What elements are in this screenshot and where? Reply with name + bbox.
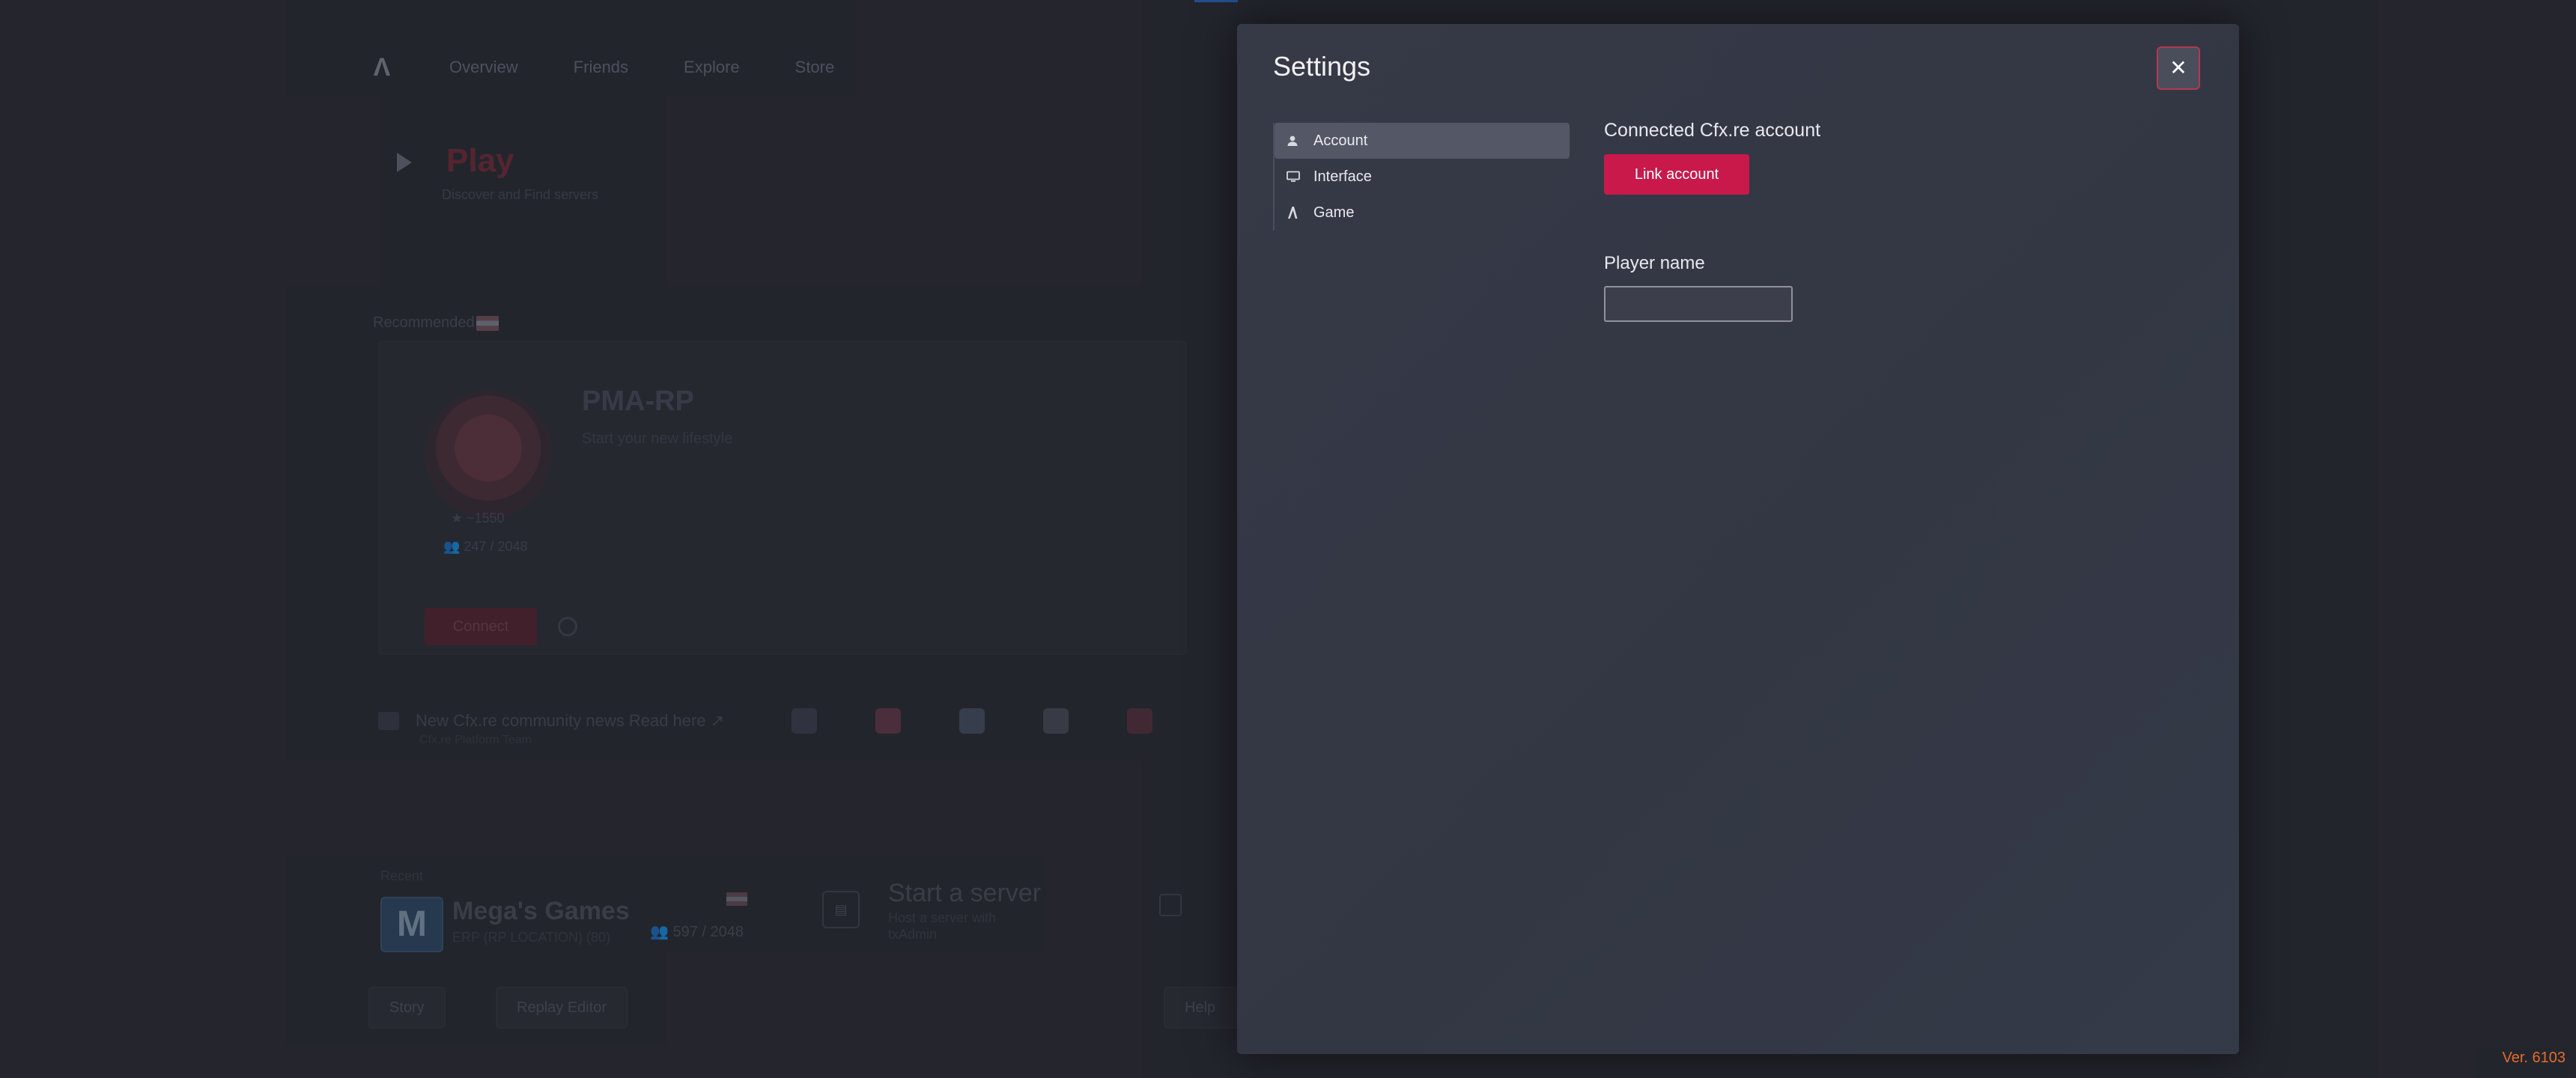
monitor-icon	[1287, 171, 1307, 183]
player-name-input[interactable]	[1604, 286, 1793, 322]
menu-item-label: Account	[1313, 132, 1368, 149]
menu-item-label: Interface	[1313, 168, 1372, 185]
game-logo-icon	[1287, 206, 1307, 219]
settings-menu-item-interface[interactable]: Interface	[1275, 159, 1570, 195]
settings-menu-item-game[interactable]: Game	[1275, 195, 1570, 231]
settings-menu-item-account[interactable]: Account	[1275, 123, 1570, 159]
settings-menu: Account Interface Game	[1273, 123, 1570, 231]
close-icon: ✕	[2169, 56, 2187, 79]
menu-item-label: Game	[1313, 204, 1355, 221]
app-root: Λ Overview Friends Explore Store Play Di…	[0, 0, 2576, 1078]
user-icon	[1287, 135, 1307, 147]
connected-account-label: Connected Cfx.re account	[1604, 120, 1821, 141]
version-label: Ver. 6103	[2502, 1050, 2566, 1066]
account-pane: Connected Cfx.re account Link account Pl…	[1604, 120, 1821, 322]
close-button[interactable]: ✕	[2157, 46, 2200, 90]
link-account-button[interactable]: Link account	[1604, 154, 1749, 195]
modal-title: Settings	[1273, 51, 1371, 82]
settings-modal: Settings ✕ Account Interface Game Connec…	[1237, 24, 2239, 1054]
player-name-label: Player name	[1604, 253, 1705, 273]
